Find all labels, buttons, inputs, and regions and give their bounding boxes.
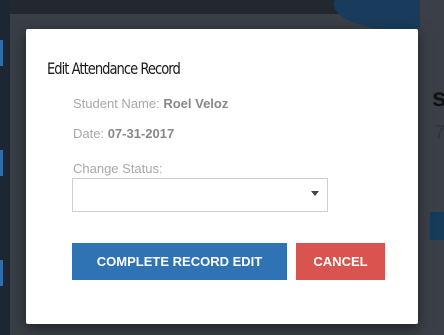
- student-name-label: Student Name:: [73, 96, 164, 111]
- change-status-label: Change Status:: [73, 161, 163, 176]
- student-name-value: Roel Veloz: [163, 96, 229, 111]
- background-sidebar-marker: [0, 150, 3, 176]
- background-right-panel: [420, 0, 444, 335]
- background-sidebar-marker: [0, 260, 3, 286]
- modal-title: Edit Attendance Record: [47, 59, 181, 78]
- background-heading-fragment: s: [432, 82, 444, 112]
- cancel-button[interactable]: CANCEL: [296, 243, 385, 280]
- background-button-fragment: [430, 212, 444, 240]
- date-label: Date:: [73, 126, 108, 141]
- background-sidebar: [0, 0, 10, 335]
- student-name-line: Student Name: Roel Veloz: [73, 96, 228, 111]
- chevron-down-icon: [311, 191, 319, 196]
- date-value: 07-31-2017: [107, 126, 175, 141]
- background-sidebar-marker: [0, 40, 3, 66]
- background-text-fragment: 7: [434, 122, 444, 144]
- complete-record-edit-button[interactable]: COMPLETE RECORD EDIT: [72, 243, 287, 280]
- status-select[interactable]: [72, 178, 328, 212]
- date-line: Date: 07-31-2017: [73, 126, 174, 141]
